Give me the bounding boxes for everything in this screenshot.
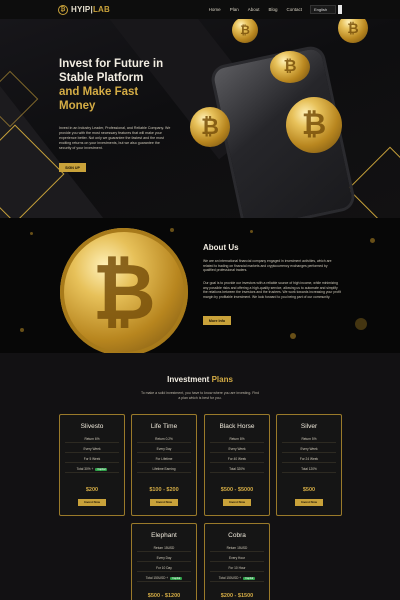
plan-name: Elephant xyxy=(151,532,177,539)
nav-link-home[interactable]: Home xyxy=(209,7,221,12)
plan-total: Lifetime Earning xyxy=(137,466,191,473)
logo[interactable]: ₿ HYIP|LAB xyxy=(58,4,110,15)
nav-links: Home Plan About Blog Contact xyxy=(209,7,302,12)
hero-gold-frame xyxy=(347,146,400,218)
plan-feature: Every Day xyxy=(137,446,191,453)
bitcoin-coin-icon: ₿ xyxy=(232,19,258,43)
bokeh-dot xyxy=(290,333,296,339)
bitcoin-coin-icon: ₿ xyxy=(286,97,342,153)
plan-feature: Every Hour xyxy=(210,555,264,562)
capital-badge: Capital xyxy=(170,576,183,580)
bokeh-dot xyxy=(30,232,33,235)
about-paragraph: We are an international financial compan… xyxy=(203,259,332,273)
hero-heading: Invest for Future in Stable Platform and… xyxy=(59,58,164,112)
menu-toggle-button[interactable] xyxy=(338,5,342,14)
language-select[interactable]: English xyxy=(310,5,336,14)
plan-name: Silver xyxy=(300,423,318,430)
plan-feature: For 24 Week xyxy=(282,456,336,463)
bitcoin-coin-icon: ₿ xyxy=(270,51,310,83)
plans-heading: Investment Plans xyxy=(167,375,233,384)
bitcoin-coin-icon: ₿ xyxy=(190,107,230,147)
plan-feature: Every Week xyxy=(65,446,119,453)
about-heading: About Us xyxy=(203,243,239,252)
bokeh-dot xyxy=(355,318,367,330)
plan-feature: Return 0.2% xyxy=(137,436,191,443)
plan-total: Total 150USD + Capital xyxy=(137,575,191,582)
plan-total: Total 30% + Capital xyxy=(65,466,119,473)
nav-link-blog[interactable]: Blog xyxy=(268,7,277,12)
top-navbar: ₿ HYIP|LAB Home Plan About Blog Contact … xyxy=(0,0,400,19)
plan-feature: Every Week xyxy=(210,446,264,453)
plan-card-slivesto: Slivesto Return 6% Every Week For 5 Week… xyxy=(59,414,125,516)
invest-now-button[interactable]: Invest Now xyxy=(78,499,106,506)
hero-section: Invest for Future in Stable Platform and… xyxy=(0,19,400,218)
logo-coin-icon: ₿ xyxy=(58,4,68,15)
bokeh-dot xyxy=(170,228,174,232)
invest-now-button[interactable]: Invest Now xyxy=(223,499,251,506)
plan-total: Total 120% xyxy=(282,466,336,473)
bokeh-dot xyxy=(250,230,253,233)
bokeh-dot xyxy=(20,328,24,332)
plan-feature: Return 15USD xyxy=(137,545,191,552)
about-paragraph: Our goal is to provide our investors wit… xyxy=(203,281,341,299)
plan-feature: For 40 Week xyxy=(210,456,264,463)
plan-card-black-horse: Black Horse Return 8% Every Week For 40 … xyxy=(204,414,270,516)
plan-feature: For 5 Week xyxy=(65,456,119,463)
plan-price: $100 - $200 xyxy=(149,487,179,493)
plan-name: Life Time xyxy=(150,423,178,430)
invest-now-button[interactable]: Invest Now xyxy=(295,499,323,506)
plan-price: $500 - $1200 xyxy=(147,593,181,599)
capital-badge: Capital xyxy=(243,576,256,580)
plan-feature: Every Day xyxy=(137,555,191,562)
plan-name: Cobra xyxy=(228,532,246,539)
plan-price: $500 xyxy=(302,487,316,493)
about-section: ₿ About Us We are an international finan… xyxy=(0,218,400,353)
signup-button[interactable]: SIGN UP xyxy=(59,163,86,172)
capital-badge: Capital xyxy=(95,467,108,471)
plan-feature: Return 15USD xyxy=(210,545,264,552)
bitcoin-coin-icon: ₿ xyxy=(60,228,188,353)
nav-link-plan[interactable]: Plan xyxy=(230,7,239,12)
plans-section: Investment Plans To make a solid investm… xyxy=(0,353,400,600)
plan-feature: For 10 Day xyxy=(137,565,191,572)
invest-now-button[interactable]: Invest Now xyxy=(150,499,178,506)
plan-price: $200 - $1500 xyxy=(220,593,254,599)
nav-link-contact[interactable]: Contact xyxy=(286,7,302,12)
bokeh-dot xyxy=(370,238,375,243)
plan-feature: Every Week xyxy=(282,446,336,453)
plan-card-cobra: Cobra Return 15USD Every Hour For 10 Hou… xyxy=(204,523,270,600)
hero-description: Invest in an Industry Leader, Profession… xyxy=(59,126,171,150)
plan-feature: For 10 Hour xyxy=(210,565,264,572)
more-info-button[interactable]: More Info xyxy=(203,316,231,325)
plan-feature: Return 6% xyxy=(65,436,119,443)
plan-total: Total 320% xyxy=(210,466,264,473)
plan-card-elephant: Elephant Return 15USD Every Day For 10 D… xyxy=(131,523,197,600)
plan-feature: Return 8% xyxy=(210,436,264,443)
plans-subtitle: To make a solid investment, you have to … xyxy=(140,391,260,400)
plan-total: Total 150USD + Capital xyxy=(210,575,264,582)
plan-feature: For Lifetime xyxy=(137,456,191,463)
plan-card-life-time: Life Time Return 0.2% Every Day For Life… xyxy=(131,414,197,516)
nav-link-about[interactable]: About xyxy=(248,7,260,12)
bitcoin-coin-icon: ₿ xyxy=(338,19,368,43)
logo-text: HYIP|LAB xyxy=(71,5,110,14)
plan-card-silver: Silver Return 5% Every Week For 24 Week … xyxy=(276,414,342,516)
plan-feature: Return 5% xyxy=(282,436,336,443)
plan-price: $500 - $5000 xyxy=(220,487,254,493)
plan-name: Slivesto xyxy=(80,423,104,430)
plan-price: $200 xyxy=(85,487,99,493)
plan-name: Black Horse xyxy=(219,423,255,430)
